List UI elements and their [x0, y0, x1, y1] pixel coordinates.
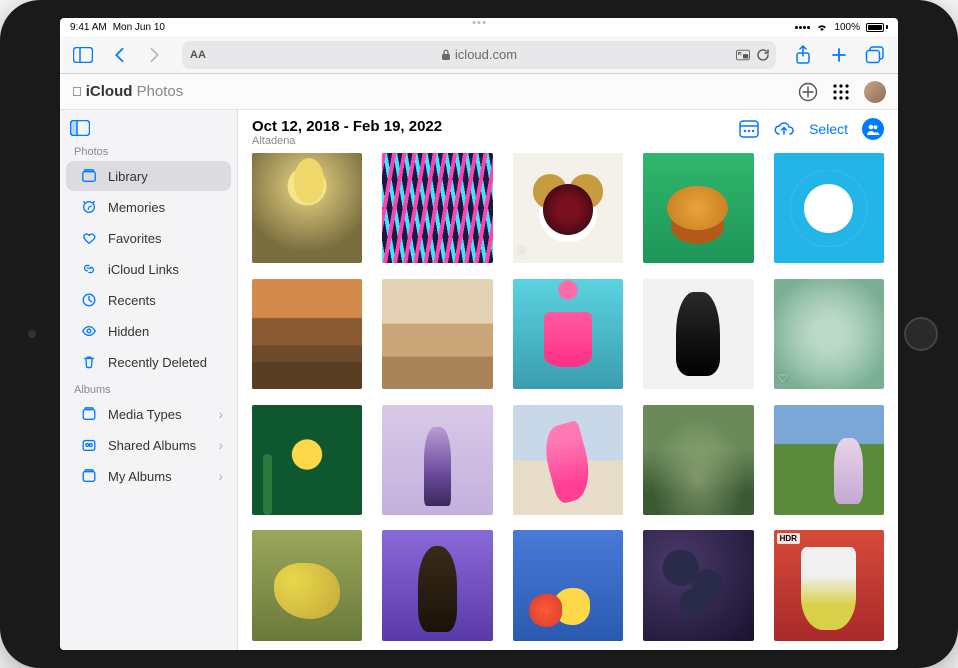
reload-icon[interactable] [756, 48, 770, 62]
account-avatar[interactable] [864, 81, 886, 103]
sidebar-section-header: Photos [60, 140, 237, 160]
sidebar-item-label: Media Types [108, 407, 181, 422]
cloud-upload-button[interactable] [773, 121, 795, 137]
photo-grid: ♡ ♡ HDR [238, 153, 898, 650]
photo-thumbnail[interactable] [643, 279, 753, 389]
apple-logo-icon:  [72, 84, 82, 99]
photo-thumbnail[interactable] [382, 405, 492, 515]
photo-thumbnail[interactable] [643, 153, 753, 263]
sidebar: Photos Library Memories Favorites iCloud Lin… [60, 110, 238, 650]
photo-thumbnail[interactable] [252, 279, 362, 389]
photo-thumbnail[interactable] [513, 530, 623, 640]
favorite-heart-icon: ♡ [778, 372, 788, 385]
tabs-button[interactable] [860, 40, 890, 70]
status-date: Mon Jun 10 [113, 22, 165, 33]
photo-thumbnail[interactable] [774, 405, 884, 515]
photo-thumbnail[interactable] [382, 153, 492, 263]
favorite-heart-icon: ♡ [517, 246, 527, 259]
lock-icon [441, 49, 451, 61]
photo-thumbnail[interactable] [382, 530, 492, 640]
sidebar-item-shared-albums[interactable]: Shared Albums › [66, 430, 231, 460]
sidebar-item-label: Favorites [108, 231, 161, 246]
forward-button[interactable] [140, 40, 170, 70]
sidebar-item-library[interactable]: Library [66, 161, 231, 191]
photo-thumbnail[interactable] [252, 405, 362, 515]
chevron-right-icon: › [218, 437, 223, 453]
photo-thumbnail[interactable] [513, 405, 623, 515]
link-icon [80, 260, 98, 278]
eye-icon [80, 322, 98, 340]
collapse-sidebar-button[interactable] [60, 116, 237, 140]
photo-thumbnail[interactable]: HDR [774, 530, 884, 640]
sidebar-item-label: Memories [108, 200, 165, 215]
sidebar-item-label: Recently Deleted [108, 355, 207, 370]
ipad-home-button[interactable] [904, 317, 938, 351]
app-launcher-button[interactable] [832, 83, 850, 101]
chevron-right-icon: › [218, 468, 223, 484]
clock-icon [80, 291, 98, 309]
photo-thumbnail[interactable] [643, 530, 753, 640]
photo-thumbnail[interactable] [382, 279, 492, 389]
trash-icon [80, 353, 98, 371]
sidebar-item-label: Hidden [108, 324, 149, 339]
url-host: icloud.com [455, 47, 517, 62]
sidebar-item-label: Shared Albums [108, 438, 196, 453]
sidebar-toggle-button[interactable] [68, 40, 98, 70]
status-time: 9:41 AM [70, 22, 107, 33]
select-button[interactable]: Select [809, 121, 848, 137]
memories-icon [80, 198, 98, 216]
battery-percent: 100% [834, 22, 860, 33]
chevron-right-icon: › [218, 406, 223, 422]
hdr-badge: HDR [777, 533, 800, 544]
app-header:  iCloud Photos [60, 74, 898, 110]
wifi-icon [816, 23, 828, 32]
sidebar-item-label: My Albums [108, 469, 172, 484]
sidebar-item-media-types[interactable]: Media Types › [66, 399, 231, 429]
sidebar-item-label: Recents [108, 293, 156, 308]
date-range: Oct 12, 2018 - Feb 19, 2022 [252, 118, 442, 135]
sidebar-item-label: Library [108, 169, 148, 184]
photo-thumbnail[interactable] [252, 530, 362, 640]
album-icon [80, 467, 98, 485]
share-button[interactable] [788, 40, 818, 70]
sidebar-section-header: Albums [60, 378, 237, 398]
library-icon [80, 167, 98, 185]
album-icon [80, 405, 98, 423]
sidebar-item-recently-deleted[interactable]: Recently Deleted [66, 347, 231, 377]
sidebar-item-memories[interactable]: Memories [66, 192, 231, 222]
photo-thumbnail[interactable]: ♡ [513, 153, 623, 263]
heart-icon [80, 229, 98, 247]
upload-button[interactable] [798, 82, 818, 102]
photo-thumbnail[interactable] [513, 279, 623, 389]
sidebar-item-label: iCloud Links [108, 262, 179, 277]
new-tab-button[interactable] [824, 40, 854, 70]
safari-toolbar: AA icloud.com [60, 36, 898, 74]
back-button[interactable] [104, 40, 134, 70]
sidebar-item-favorites[interactable]: Favorites [66, 223, 231, 253]
cell-signal-icon [795, 26, 810, 29]
photo-thumbnail[interactable] [252, 153, 362, 263]
photo-thumbnail[interactable]: ♡ [774, 279, 884, 389]
sidebar-item-icloud-links[interactable]: iCloud Links [66, 254, 231, 284]
photo-main: Oct 12, 2018 - Feb 19, 2022 Altadena Sel… [238, 110, 898, 650]
app-title[interactable]:  iCloud Photos [72, 83, 183, 100]
photo-thumbnail[interactable] [774, 153, 884, 263]
sidebar-item-my-albums[interactable]: My Albums › [66, 461, 231, 491]
location-label: Altadena [252, 135, 442, 147]
reader-aa-button[interactable]: AA [190, 49, 206, 61]
sidebar-item-recents[interactable]: Recents [66, 285, 231, 315]
shared-library-button[interactable] [862, 118, 884, 140]
sidebar-item-hidden[interactable]: Hidden [66, 316, 231, 346]
address-bar[interactable]: AA icloud.com [182, 41, 776, 69]
shared-icon [80, 436, 98, 454]
battery-icon [866, 23, 888, 32]
view-options-button[interactable] [739, 120, 759, 138]
pip-icon[interactable] [736, 48, 750, 62]
photo-thumbnail[interactable] [643, 405, 753, 515]
